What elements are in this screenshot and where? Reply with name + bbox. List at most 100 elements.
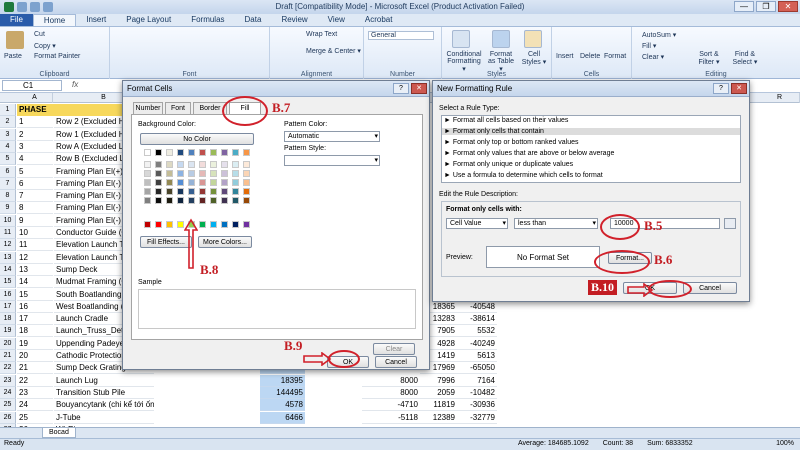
color-swatch[interactable] — [232, 161, 239, 168]
fx-icon[interactable]: fx — [72, 80, 78, 89]
rule-type-item-selected[interactable]: ► Format only cells that contain — [442, 128, 740, 135]
conditional-formatting-button[interactable]: Conditional Formatting ▾ — [446, 51, 482, 73]
color-swatch[interactable] — [177, 221, 184, 228]
cell-styles-button[interactable]: Cell Styles ▾ — [520, 51, 548, 66]
color-swatch[interactable] — [199, 170, 206, 177]
rule-type-item[interactable]: ► Format only unique or duplicate values — [444, 161, 573, 168]
color-swatch[interactable] — [199, 221, 206, 228]
delete-button[interactable]: Delete — [580, 53, 600, 60]
color-swatch[interactable] — [155, 221, 162, 228]
tab-formulas[interactable]: Formulas — [181, 14, 234, 26]
row-header[interactable]: 7 — [0, 177, 16, 190]
color-swatch[interactable] — [243, 188, 250, 195]
condition-type-select[interactable]: Cell Value — [446, 218, 508, 229]
cell-phase-name[interactable]: Bouyancytank (chi kể tới ống thép 2500) — [54, 399, 154, 412]
color-swatch[interactable] — [199, 179, 206, 186]
tab-data[interactable]: Data — [235, 14, 272, 26]
color-swatch[interactable] — [221, 221, 228, 228]
help-button[interactable]: ? — [713, 83, 729, 94]
color-swatch[interactable] — [210, 161, 217, 168]
cell-phase-number[interactable]: 4 — [17, 153, 53, 166]
cell-phase-number[interactable]: 25 — [17, 412, 53, 424]
row-header[interactable]: 11 — [0, 227, 16, 239]
cell-value[interactable]: -40548 — [457, 301, 497, 313]
range-picker-icon[interactable] — [724, 218, 736, 229]
paste-button[interactable]: Paste — [4, 53, 22, 60]
color-swatch[interactable] — [243, 197, 250, 204]
color-swatch[interactable] — [199, 188, 206, 195]
cell-phase-number[interactable]: 8 — [17, 202, 53, 215]
cell-value[interactable]: 7164 — [457, 375, 497, 387]
cell-value[interactable]: 5613 — [457, 350, 497, 362]
color-swatch[interactable] — [199, 149, 206, 156]
color-swatch[interactable] — [177, 179, 184, 186]
autosum-button[interactable]: AutoSum ▾ — [642, 31, 676, 39]
cell-value[interactable]: 2059 — [420, 387, 457, 399]
cell-value[interactable]: 5532 — [457, 325, 497, 338]
row-header[interactable]: 3 — [0, 128, 16, 141]
cell-phase-number[interactable]: 1 — [17, 116, 53, 129]
color-swatch[interactable] — [243, 221, 250, 228]
color-swatch[interactable] — [155, 170, 162, 177]
row-header[interactable]: 25 — [0, 399, 16, 412]
clear-button[interactable]: Clear ▾ — [642, 53, 664, 61]
cell-phase-number[interactable]: 2 — [17, 129, 53, 141]
color-swatch[interactable] — [166, 149, 173, 156]
dialog-close-button[interactable]: ✕ — [731, 83, 747, 94]
color-swatch[interactable] — [188, 179, 195, 186]
row-header[interactable]: 23 — [0, 374, 16, 387]
color-swatch[interactable] — [155, 188, 162, 195]
format-as-table-button[interactable]: Format as Table ▾ — [486, 51, 516, 73]
sort-filter-button[interactable]: Sort & Filter ▾ — [692, 51, 726, 66]
color-swatch[interactable] — [232, 197, 239, 204]
row-header[interactable]: 9 — [0, 202, 16, 215]
color-swatch[interactable] — [155, 197, 162, 204]
color-swatch[interactable] — [210, 179, 217, 186]
cell-phase-number[interactable]: 20 — [17, 350, 53, 362]
cell-phase-name[interactable]: Launch Lug — [54, 375, 154, 387]
color-swatch[interactable] — [177, 170, 184, 177]
row-header[interactable]: 14 — [0, 263, 16, 276]
zoom-level[interactable]: 100% — [776, 440, 794, 447]
number-format-select[interactable]: General — [368, 31, 434, 40]
color-swatch[interactable] — [155, 161, 162, 168]
tab-number[interactable]: Number — [133, 102, 163, 114]
cell-styles-icon[interactable] — [524, 30, 542, 48]
color-swatch[interactable] — [166, 170, 173, 177]
color-palette[interactable] — [144, 149, 254, 229]
cell-selected-value[interactable]: 4578 — [260, 399, 305, 412]
rule-type-item[interactable]: ► Use a formula to determine which cells… — [444, 172, 603, 179]
cell-value[interactable]: -10482 — [457, 387, 497, 399]
color-swatch[interactable] — [166, 179, 173, 186]
row-header[interactable]: 13 — [0, 251, 16, 264]
sheet-tab-bocad[interactable]: Bocad — [42, 428, 76, 438]
cancel-button[interactable]: Cancel — [375, 356, 417, 368]
row-header[interactable]: 21 — [0, 350, 16, 362]
color-swatch[interactable] — [144, 170, 151, 177]
copy-button[interactable]: Copy ▾ — [34, 42, 56, 50]
more-colors-button[interactable]: More Colors... — [198, 236, 252, 248]
col-header-r[interactable]: R — [760, 93, 800, 103]
row-header[interactable]: 5 — [0, 153, 16, 166]
row-header[interactable]: 4 — [0, 140, 16, 153]
cell-value[interactable]: 8000 — [362, 375, 420, 387]
merge-center-button[interactable]: Merge & Center ▾ — [306, 47, 361, 55]
format-button[interactable]: Format — [604, 53, 626, 60]
dialog-close-button[interactable]: ✕ — [411, 83, 427, 94]
color-swatch[interactable] — [144, 221, 151, 228]
row-header[interactable]: 24 — [0, 386, 16, 399]
format-table-icon[interactable] — [492, 30, 510, 48]
color-swatch[interactable] — [232, 188, 239, 195]
cell-phase-number[interactable]: 19 — [17, 338, 53, 350]
pattern-style-select[interactable] — [284, 155, 380, 166]
cell-phase-number[interactable]: 10 — [17, 227, 53, 239]
name-box[interactable]: C1 — [2, 80, 62, 91]
clear-button[interactable]: Clear — [373, 343, 415, 355]
color-swatch[interactable] — [221, 161, 228, 168]
operator-select[interactable]: less than — [514, 218, 598, 229]
cell-phase-number[interactable]: 11 — [17, 239, 53, 252]
cell-value[interactable]: -40249 — [457, 338, 497, 350]
rule-type-list[interactable]: ► Format all cells based on their values… — [441, 115, 741, 183]
cell-phase-number[interactable]: 6 — [17, 178, 53, 190]
color-swatch[interactable] — [144, 179, 151, 186]
